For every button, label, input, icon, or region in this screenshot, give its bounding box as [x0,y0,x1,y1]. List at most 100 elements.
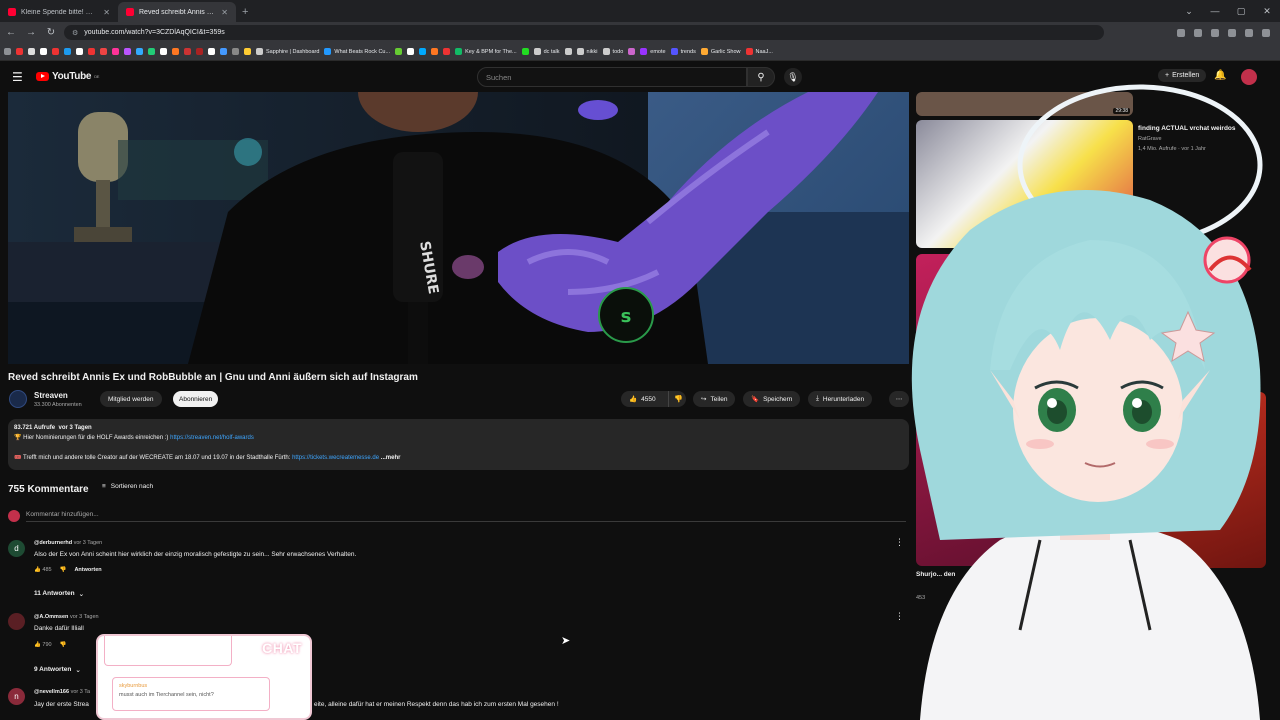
share-button[interactable]: ↪ Teilen [693,391,736,407]
bookmark[interactable] [52,48,59,55]
comment-author[interactable]: @derburnerhd vor 3 Tagen [34,540,102,546]
extension-icon[interactable] [1245,28,1253,37]
comment-author[interactable]: @nevellm166 vor 3 Ta [34,689,90,695]
forward-icon[interactable]: → [24,27,38,38]
bookmark[interactable] [208,48,215,55]
comment-menu-icon[interactable]: ⋮ [895,537,904,548]
bookmark[interactable] [521,48,529,55]
bookmark[interactable]: What Beats Rock Cu... [324,48,390,55]
bookmark[interactable] [16,48,23,55]
download-button[interactable]: ⤓ Herunterladen [808,391,873,407]
extension-icon[interactable] [1194,28,1202,37]
search-button[interactable]: ⚲ [747,67,775,87]
site-info-icon[interactable]: ⚙ [72,29,78,37]
bookmark[interactable] [28,48,35,55]
show-replies-button[interactable]: 9 Antworten ⌄ [34,666,81,674]
bookmark[interactable]: todo [602,48,623,55]
tab-search-icon[interactable]: ⌄ [1176,0,1202,22]
bookmark[interactable] [244,48,251,55]
bookmark[interactable]: Key & BPM for The... [455,48,517,55]
comment-author[interactable]: @A.Ommsen vor 3 Tagen [34,614,99,620]
commenter-avatar[interactable]: d [8,540,25,557]
video-thumbnail[interactable] [916,120,1133,248]
bookmark[interactable] [160,48,167,55]
commenter-avatar[interactable]: n [8,688,25,705]
menu-icon[interactable]: ☰ [12,70,23,84]
browser-tab[interactable]: Kleine Spende bitte! Meme # ✕ [0,2,118,22]
bookmark[interactable] [136,48,143,55]
bookmark[interactable] [40,48,47,55]
bookmark[interactable] [64,48,71,55]
recommendation-title[interactable]: Shurjo... den [916,570,956,579]
search-input[interactable]: Suchen [477,67,747,87]
account-avatar[interactable] [1241,69,1257,85]
extension-icon[interactable] [1228,28,1236,37]
add-comment-input[interactable]: Kommentar hinzufügen... [26,511,906,522]
reply-button[interactable]: Antworten [74,567,101,573]
show-replies-button[interactable]: 11 Antworten ⌄ [34,590,84,598]
bookmark[interactable] [407,48,415,55]
extension-icon[interactable] [1177,28,1185,37]
show-more-link[interactable]: ...mehr [381,455,401,461]
bookmark[interactable] [443,48,451,55]
sort-button[interactable]: ≡ Sortieren nach [102,483,153,490]
bookmark[interactable]: NaaJ... [745,48,773,55]
bookmark[interactable]: Garlic Show [700,48,741,55]
channel-avatar[interactable] [9,390,27,408]
dislike-comment-button[interactable]: 👎 [60,567,67,573]
close-window-icon[interactable]: ✕ [1254,0,1280,22]
save-button[interactable]: 🔖 Speichern [743,391,801,407]
bookmark[interactable] [172,48,179,55]
bookmark[interactable] [4,48,11,55]
bookmark[interactable]: nikki [576,48,598,55]
video-thumbnail[interactable]: 29:38 [916,92,1133,116]
bookmark[interactable] [431,48,439,55]
back-icon[interactable]: ← [4,27,18,38]
like-comment-button[interactable]: 👍 485 [34,567,52,573]
like-comment-button[interactable]: 👍 790 [34,642,52,648]
bookmark[interactable] [100,48,107,55]
recommendation-title[interactable]: finding ACTUAL vrchat weirdos [1138,124,1278,133]
bookmark[interactable] [148,48,155,55]
description-link[interactable]: https://tickets.wecreatemesse.de [292,455,379,461]
dislike-comment-button[interactable]: 👎 [60,642,67,648]
video-thumbnail[interactable] [916,254,1133,566]
bookmark[interactable] [184,48,191,55]
bookmark[interactable]: Sapphire | Dashboard [256,48,319,55]
youtube-logo[interactable]: YouTube DE [36,71,99,82]
bookmark[interactable] [628,48,636,55]
recommendation-channel[interactable]: RatGrave [1138,135,1162,143]
bookmark[interactable] [395,48,403,55]
profile-icon[interactable] [1262,28,1270,37]
channel-name[interactable]: Streaven [34,391,68,400]
reload-icon[interactable]: ↻ [44,27,58,38]
bookmark[interactable] [88,48,95,55]
minimize-icon[interactable]: — [1202,0,1228,22]
bookmark[interactable] [112,48,119,55]
maximize-icon[interactable]: ▢ [1228,0,1254,22]
bookmark[interactable] [232,48,239,55]
close-tab-icon[interactable]: ✕ [221,8,228,17]
bookmark[interactable] [220,48,227,55]
create-button[interactable]: + Erstellen [1158,69,1207,82]
bookmark[interactable] [419,48,427,55]
bookmark[interactable] [76,48,83,55]
commenter-avatar[interactable] [8,613,25,630]
video-thumbnail[interactable] [1138,392,1266,568]
notifications-icon[interactable]: 🔔 [1214,70,1226,81]
description-link[interactable]: https://streaven.net/holf-awards [170,435,254,441]
new-tab-button[interactable]: + [236,2,254,22]
description-box[interactable]: 83.721 Aufrufe vor 3 Tagen 🏆 Hier Nomini… [8,419,909,470]
bookmark[interactable]: emote [640,48,666,55]
bookmark[interactable] [564,48,572,55]
bookmark[interactable] [124,48,131,55]
extension-icon[interactable] [1211,28,1219,37]
bookmark[interactable] [196,48,203,55]
bookmark[interactable]: dc talk [533,48,560,55]
bookmark[interactable]: trends [670,48,696,55]
close-tab-icon[interactable]: ✕ [103,8,110,17]
comment-menu-icon[interactable]: ⋮ [895,611,904,622]
more-actions-button[interactable]: ⋯ [889,391,909,407]
address-bar[interactable]: ⚙ youtube.com/watch?v=3CZDlAqQICI&t=359s [64,25,1104,40]
video-player[interactable]: SHURE s [8,92,909,364]
